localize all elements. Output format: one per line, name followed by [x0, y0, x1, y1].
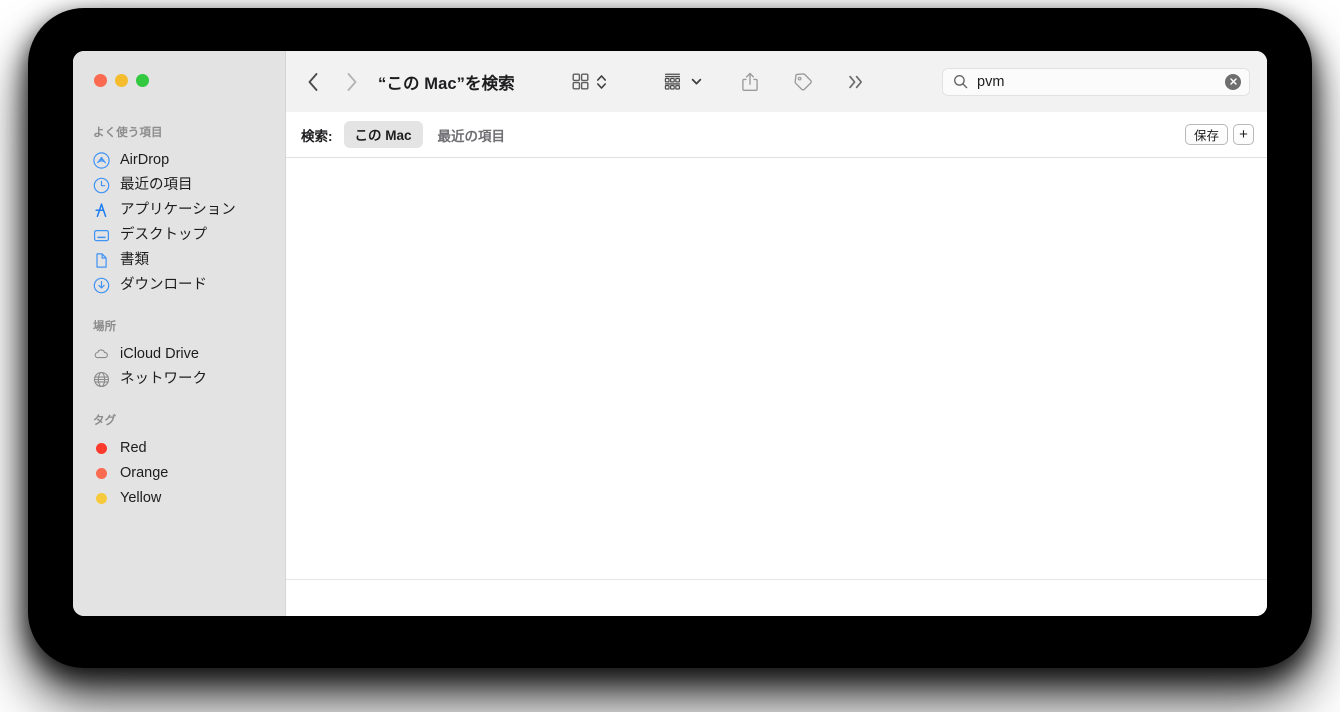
tag-dot-icon	[93, 440, 110, 457]
sidebar-item-documents[interactable]: 書類	[73, 248, 286, 273]
airdrop-icon	[93, 152, 110, 169]
sidebar-section-title-tags: タグ	[93, 415, 117, 427]
sidebar-item-label: iCloud Drive	[120, 346, 199, 362]
sidebar-item-tag-orange[interactable]: Orange	[73, 461, 286, 486]
group-by-control[interactable]	[663, 69, 703, 95]
tag-dot-icon	[93, 465, 110, 482]
icon-view-grid-icon[interactable]	[571, 69, 590, 95]
sidebar-item-label: ネットワーク	[120, 371, 207, 387]
finder-window: よく使う項目 AirDrop 最近の項目 アプリケーション デスクトップ 書類 …	[73, 51, 1267, 616]
toolbar: “この Mac”を検索 pvm	[286, 51, 1267, 112]
main-pane: “この Mac”を検索 pvm 検索: この Mac 最近の項目 保存 +	[286, 51, 1267, 616]
scope-option-recents[interactable]: 最近の項目	[438, 125, 506, 145]
file-list-empty[interactable]	[286, 158, 1267, 579]
desktop-icon	[93, 227, 110, 244]
share-icon[interactable]	[740, 69, 760, 95]
sidebar-item-label: 書類	[120, 252, 149, 268]
maximize-button[interactable]	[136, 74, 149, 87]
sidebar-item-label: Red	[120, 440, 147, 456]
sidebar-item-label: ダウンロード	[120, 277, 207, 293]
sidebar-item-icloud-drive[interactable]: iCloud Drive	[73, 342, 286, 367]
sidebar-item-label: AirDrop	[120, 152, 170, 168]
chevron-up-down-icon[interactable]	[596, 69, 607, 95]
scope-bar-label: 検索:	[301, 128, 333, 144]
scope-bar-actions: 保存 +	[1184, 124, 1254, 145]
back-button[interactable]	[304, 70, 322, 94]
downloads-icon	[93, 277, 110, 294]
minimize-button[interactable]	[115, 74, 128, 87]
globe-icon	[93, 371, 110, 388]
sidebar-item-label: アプリケーション	[120, 202, 236, 218]
view-mode-control[interactable]	[571, 69, 607, 95]
sidebar-section-title-favorites: よく使う項目	[93, 127, 163, 139]
screenshot-stage: よく使う項目 AirDrop 最近の項目 アプリケーション デスクトップ 書類 …	[0, 0, 1340, 712]
tag-icon[interactable]	[792, 69, 814, 95]
close-button[interactable]	[94, 74, 107, 87]
sidebar-item-tag-red[interactable]: Red	[73, 436, 286, 461]
sidebar-group-locations: 場所 iCloud Drive ネットワーク	[73, 318, 286, 392]
sidebar-item-label: 最近の項目	[120, 177, 193, 193]
sidebar-item-applications[interactable]: アプリケーション	[73, 198, 286, 223]
sidebar-item-airdrop[interactable]: AirDrop	[73, 148, 286, 173]
sidebar-item-desktop[interactable]: デスクトップ	[73, 223, 286, 248]
cloud-icon	[93, 346, 110, 363]
scope-option-this-mac[interactable]: この Mac	[343, 121, 423, 148]
sidebar-item-label: Yellow	[120, 490, 162, 506]
chevron-down-icon[interactable]	[690, 69, 703, 95]
sidebar-group-favorites: よく使う項目 AirDrop 最近の項目 アプリケーション デスクトップ 書類 …	[73, 124, 286, 298]
group-by-icon[interactable]	[663, 69, 684, 95]
sidebar-item-label: Orange	[120, 465, 169, 481]
window-controls	[94, 74, 149, 87]
applications-icon	[93, 202, 110, 219]
sidebar: よく使う項目 AirDrop 最近の項目 アプリケーション デスクトップ 書類 …	[73, 51, 286, 616]
status-bar	[286, 579, 1267, 616]
forward-button[interactable]	[343, 70, 361, 94]
search-icon	[953, 74, 968, 89]
sidebar-group-tags: タグ Red Orange Yellow	[73, 412, 286, 511]
sidebar-scroll-area[interactable]: よく使う項目 AirDrop 最近の項目 アプリケーション デスクトップ 書類 …	[73, 107, 286, 616]
save-search-button[interactable]: 保存	[1184, 124, 1228, 145]
sidebar-item-label: デスクトップ	[120, 227, 207, 243]
navigation-buttons	[304, 70, 361, 94]
search-field[interactable]: pvm	[942, 67, 1250, 96]
clock-icon	[93, 177, 110, 194]
double-chevron-right-icon[interactable]	[846, 69, 866, 95]
sidebar-item-downloads[interactable]: ダウンロード	[73, 273, 286, 298]
sidebar-item-network[interactable]: ネットワーク	[73, 367, 286, 392]
sidebar-section-title-locations: 場所	[93, 321, 117, 333]
tag-dot-icon	[93, 490, 110, 507]
search-scope-bar: 検索: この Mac 最近の項目 保存 +	[286, 112, 1267, 158]
add-criteria-button[interactable]: +	[1233, 124, 1254, 145]
document-icon	[93, 252, 110, 269]
page-title: “この Mac”を検索	[378, 74, 515, 93]
sidebar-item-tag-yellow[interactable]: Yellow	[73, 486, 286, 511]
sidebar-item-recents[interactable]: 最近の項目	[73, 173, 286, 198]
search-input[interactable]: pvm	[977, 69, 1216, 95]
clear-search-button[interactable]	[1225, 73, 1241, 90]
